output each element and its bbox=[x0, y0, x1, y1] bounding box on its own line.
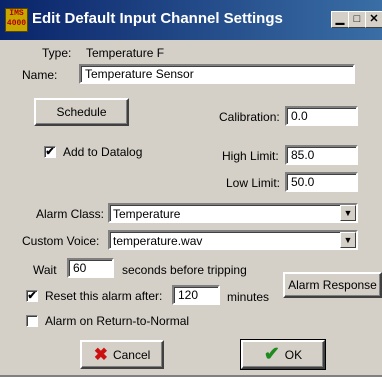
alarm-on-return-checkbox[interactable] bbox=[26, 315, 38, 327]
custom-voice-select[interactable]: temperature.wav ▼ bbox=[108, 230, 358, 250]
schedule-button-label: Schedule bbox=[56, 105, 107, 119]
calibration-input[interactable] bbox=[285, 106, 358, 126]
reset-alarm-label: Reset this alarm after: bbox=[45, 289, 163, 303]
reset-alarm-input[interactable] bbox=[172, 285, 220, 305]
type-value: Temperature F bbox=[86, 46, 165, 60]
name-input[interactable] bbox=[79, 64, 355, 84]
alarm-response-button[interactable]: Alarm Response bbox=[283, 272, 382, 298]
schedule-button[interactable]: Schedule bbox=[34, 98, 129, 126]
wait-label: Wait bbox=[33, 263, 57, 277]
cancel-button-label: Cancel bbox=[112, 347, 151, 362]
close-button[interactable]: ✕ bbox=[365, 11, 382, 28]
ok-button[interactable]: ✔ OK bbox=[240, 339, 326, 370]
name-label: Name: bbox=[22, 68, 58, 82]
low-limit-input[interactable] bbox=[285, 172, 358, 192]
alarm-on-return-label: Alarm on Return-to-Normal bbox=[45, 314, 190, 328]
minimize-icon: ▁ bbox=[335, 13, 345, 25]
app-icon: IMS 4000 bbox=[5, 8, 28, 32]
cancel-button[interactable]: ✖ Cancel bbox=[80, 340, 164, 369]
add-to-datalog-label: Add to Datalog bbox=[63, 145, 143, 159]
high-limit-label: High Limit: bbox=[222, 149, 279, 163]
wait-suffix-label: seconds before tripping bbox=[122, 263, 247, 277]
x-icon: ✖ bbox=[93, 344, 108, 364]
wait-input[interactable] bbox=[67, 258, 114, 278]
checkmark-icon: ✔ bbox=[27, 290, 37, 302]
title-bar: IMS 4000 Edit Default Input Channel Setti… bbox=[0, 0, 382, 40]
ok-button-label: OK bbox=[284, 347, 303, 362]
alarm-response-button-label: Alarm Response bbox=[288, 278, 377, 292]
alarm-class-value: Temperature bbox=[113, 207, 181, 221]
alarm-class-select[interactable]: Temperature ▼ bbox=[108, 203, 358, 223]
add-to-datalog-checkbox[interactable]: ✔ bbox=[44, 146, 56, 158]
minimize-button[interactable]: ▁ bbox=[331, 11, 349, 28]
calibration-label: Calibration: bbox=[219, 110, 280, 124]
close-icon: ✕ bbox=[369, 13, 379, 25]
reset-alarm-suffix-label: minutes bbox=[227, 290, 270, 304]
checkmark-icon: ✔ bbox=[263, 344, 280, 365]
reset-alarm-checkbox[interactable]: ✔ bbox=[26, 290, 38, 302]
high-limit-input[interactable] bbox=[285, 145, 358, 165]
dropdown-arrow-icon[interactable]: ▼ bbox=[340, 205, 356, 221]
maximize-button[interactable]: □ bbox=[348, 11, 366, 28]
maximize-icon: □ bbox=[353, 13, 361, 25]
custom-voice-value: temperature.wav bbox=[113, 234, 203, 248]
low-limit-label: Low Limit: bbox=[226, 176, 281, 190]
dropdown-arrow-icon[interactable]: ▼ bbox=[340, 232, 356, 248]
type-label: Type: bbox=[42, 46, 72, 60]
checkmark-icon: ✔ bbox=[45, 146, 55, 158]
custom-voice-label: Custom Voice: bbox=[22, 234, 100, 248]
alarm-class-label: Alarm Class: bbox=[36, 207, 105, 221]
window-title: Edit Default Input Channel Settings bbox=[32, 10, 283, 27]
